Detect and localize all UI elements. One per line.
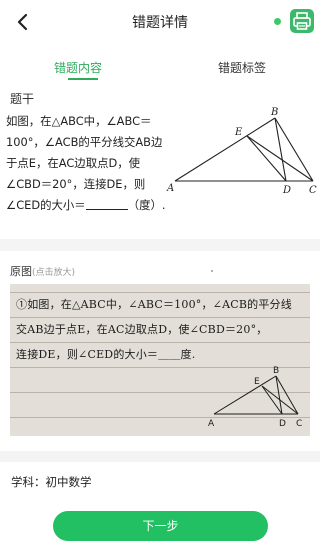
label-point-d: D	[282, 185, 291, 196]
photo-label-a: A	[208, 419, 215, 429]
question-section-label: 题干	[10, 92, 35, 106]
status-dot	[274, 18, 281, 25]
section-divider	[0, 451, 320, 462]
tab-question-tags[interactable]: 错题标签	[218, 59, 266, 76]
label-point-c: C	[309, 185, 317, 196]
original-image-label: 原图	[10, 265, 32, 278]
top-bar: 错题详情	[0, 0, 320, 44]
label-point-b: B	[270, 107, 278, 118]
print-button[interactable]	[290, 9, 314, 33]
original-image-header: 原图(点击放大)	[10, 263, 75, 279]
question-text-part2: （度）.	[127, 198, 166, 212]
section-divider	[0, 239, 320, 251]
tab-question-content[interactable]: 错题内容	[54, 59, 102, 76]
tab-bar: 错题内容 错题标签	[0, 50, 320, 84]
photo-label-e: E	[254, 377, 260, 387]
photo-segment-de	[261, 385, 283, 415]
question-text: 如图，在△ABC中，∠ABC＝100°，∠ACB的平分线交AB边于点E，在AC边…	[6, 111, 166, 216]
next-step-button[interactable]: 下一步	[53, 511, 268, 541]
photo-label-b: B	[273, 366, 279, 376]
handwritten-diagram: A B C D E	[208, 366, 302, 429]
active-tab-indicator	[68, 78, 98, 80]
original-photo[interactable]: ①如图，在△ABC中，∠ABC＝100°，∠ACB的平分线 交AB边于点E，在A…	[10, 284, 310, 436]
photo-label-d: D	[279, 419, 286, 429]
handwriting-line: ①如图，在△ABC中，∠ABC＝100°，∠ACB的平分线	[16, 298, 292, 311]
handwritten-question: ①如图，在△ABC中，∠ABC＝100°，∠ACB的平分线 交AB边于点E，在A…	[16, 292, 308, 367]
printer-icon	[293, 12, 311, 30]
photo-segment-ab	[213, 375, 277, 415]
answer-blank	[85, 198, 128, 210]
handwriting-line: 交AB边于点E，在AC边取点D，使∠CBD＝20°，	[16, 323, 268, 336]
photo-label-c: C	[296, 419, 302, 429]
label-point-e: E	[234, 127, 243, 138]
decorative-dot	[211, 270, 213, 272]
page-title: 错题详情	[132, 15, 188, 31]
geometry-diagram: A B C D E	[166, 107, 317, 196]
segment-ab	[174, 117, 276, 182]
label-point-a: A	[166, 183, 174, 194]
tap-to-enlarge-hint: (点击放大)	[32, 268, 76, 278]
subject-label: 学科：初中数学	[11, 475, 92, 489]
